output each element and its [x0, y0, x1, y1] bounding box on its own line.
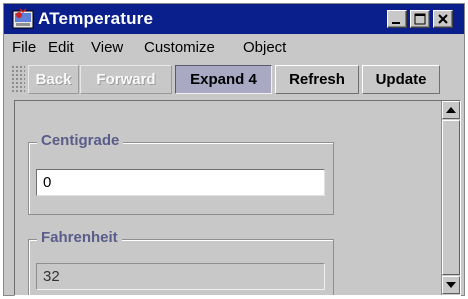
maximize-icon — [414, 13, 426, 25]
maximize-button[interactable] — [410, 10, 430, 28]
back-button[interactable]: Back — [28, 65, 79, 94]
menu-bar: File Edit View Customize Object — [4, 35, 464, 61]
centigrade-label: Centigrade — [37, 132, 124, 149]
menu-file[interactable]: File — [12, 39, 36, 56]
vertical-scrollbar[interactable] — [441, 101, 460, 295]
content-panel: Centigrade 0 Fahrenheit 32 — [14, 100, 461, 296]
scroll-down-icon — [446, 282, 456, 288]
fahrenheit-label: Fahrenheit — [37, 229, 122, 246]
fahrenheit-field: 32 — [36, 263, 325, 290]
scroll-up-icon — [446, 107, 456, 113]
toolbar: Back Forward Expand 4 Refresh Update — [4, 62, 464, 98]
toolbar-grip[interactable] — [11, 65, 25, 93]
menu-view[interactable]: View — [91, 39, 123, 56]
minimize-icon — [392, 22, 400, 24]
menu-customize[interactable]: Customize — [144, 39, 215, 56]
window-title: ATemperature — [38, 9, 154, 28]
close-button[interactable] — [433, 10, 453, 28]
centigrade-input[interactable]: 0 — [36, 169, 325, 196]
refresh-button[interactable]: Refresh — [275, 65, 359, 94]
scroll-down-button[interactable] — [442, 276, 460, 294]
close-icon — [438, 14, 448, 24]
title-bar[interactable]: ATemperature — [4, 4, 464, 34]
fahrenheit-group: Fahrenheit 32 — [28, 229, 334, 295]
minimize-button[interactable] — [387, 10, 407, 28]
update-button[interactable]: Update — [362, 65, 440, 94]
scroll-up-button[interactable] — [442, 101, 460, 119]
app-window: ATemperature File Edit View Customize Ob… — [3, 3, 465, 296]
menu-edit[interactable]: Edit — [48, 39, 74, 56]
menu-object[interactable]: Object — [243, 39, 286, 56]
forward-button[interactable]: Forward — [80, 65, 172, 94]
centigrade-group: Centigrade 0 — [28, 132, 334, 215]
app-icon[interactable] — [12, 8, 34, 30]
scroll-thumb[interactable] — [442, 120, 460, 275]
expand-button[interactable]: Expand 4 — [175, 65, 272, 94]
